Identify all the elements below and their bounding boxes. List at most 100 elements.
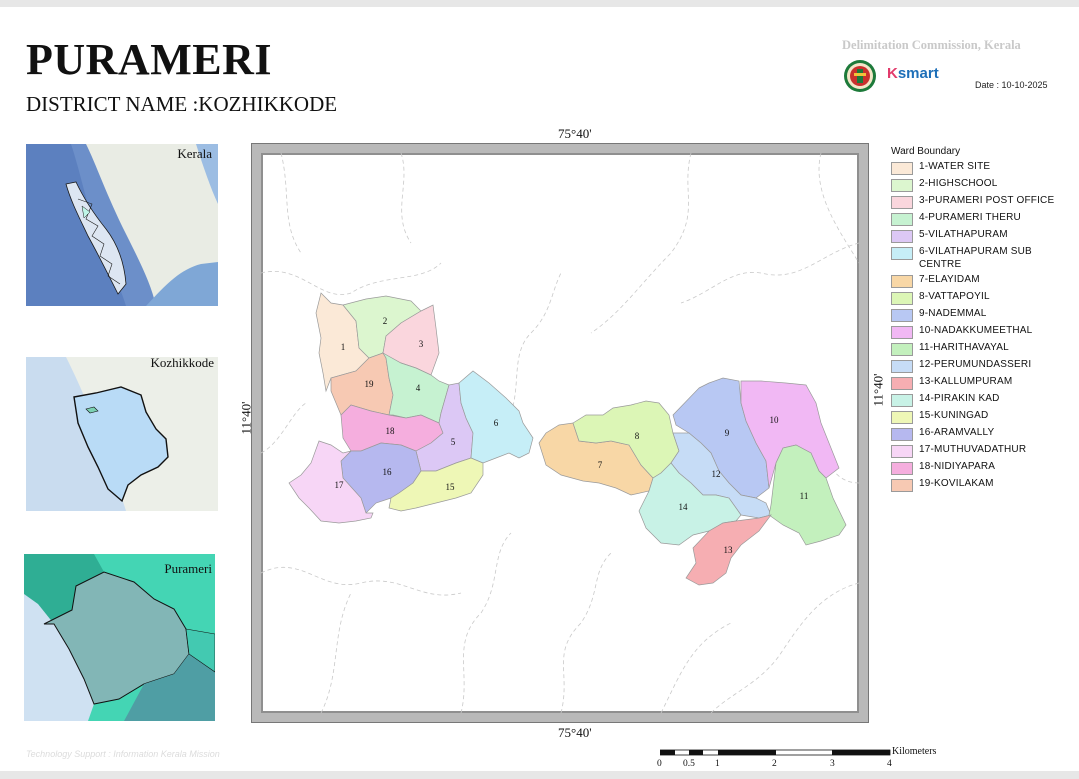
legend-swatch-ward-14	[891, 394, 913, 407]
legend-label-ward-8: 8-VATTAPOYIL	[919, 291, 990, 302]
legend-swatch-ward-16	[891, 428, 913, 441]
legend-item-ward-7[interactable]: 7-ELAYIDAM	[891, 274, 1071, 288]
legend-item-ward-17[interactable]: 17-MUTHUVADATHUR	[891, 444, 1071, 458]
kerala-inset-graphic: Kerala	[26, 144, 218, 306]
legend-swatch-ward-2	[891, 179, 913, 192]
scale-tick-4: 4	[887, 759, 892, 769]
ksmart-logo-k: K	[887, 65, 898, 82]
legend-label-ward-6: 6-VILATHAPURAM SUB CENTRE	[919, 246, 1032, 270]
purameri-inset-label: Purameri	[164, 561, 212, 576]
main-map-frame: 1 2 3 4 5 6 7 8 9 10 11 12 13 14 15 16 1…	[252, 144, 868, 722]
scale-tick-3: 3	[830, 759, 835, 769]
legend-item-ward-13[interactable]: 13-KALLUMPURAM	[891, 376, 1071, 390]
ward-5-label: 5	[451, 437, 456, 447]
ward-17-label: 17	[335, 480, 345, 490]
ward-14-label: 14	[679, 502, 689, 512]
legend-label-ward-12: 12-PERUMUNDASSERI	[919, 359, 1032, 370]
legend-label-ward-18: 18-NIDIYAPARA	[919, 461, 996, 472]
legend-swatch-ward-6	[891, 247, 913, 260]
scale-tick-0: 0	[657, 759, 662, 769]
kozhikode-inset-map: Kozhikkode	[26, 357, 218, 511]
legend-swatch-ward-19	[891, 479, 913, 492]
kozhikode-inset-label: Kozhikkode	[150, 357, 214, 370]
legend-item-ward-19[interactable]: 19-KOVILAKAM	[891, 478, 1071, 492]
ksmart-logo: Ksmart	[887, 65, 939, 82]
legend-item-ward-4[interactable]: 4-PURAMERI THERU	[891, 212, 1071, 226]
scale-unit: Kilometers	[892, 746, 937, 757]
scale-tick-2: 2	[772, 759, 777, 769]
legend-swatch-ward-17	[891, 445, 913, 458]
ward-polygons	[288, 292, 847, 586]
page-title: PURAMERI	[26, 35, 272, 84]
purameri-inset-map: Purameri	[24, 554, 215, 721]
date-label: Date : 10-10-2025	[975, 80, 1048, 90]
legend-label-ward-15: 15-KUNINGAD	[919, 410, 989, 421]
ward-11-label: 11	[800, 491, 809, 501]
legend-swatch-ward-4	[891, 213, 913, 226]
legend-label-ward-14: 14-PIRAKIN KAD	[919, 393, 1000, 404]
kerala-inset-label: Kerala	[177, 146, 212, 161]
legend-items: 1-WATER SITE 2-HIGHSCHOOL 3-PURAMERI POST …	[891, 161, 1071, 492]
ksmart-logo-text: smart	[897, 65, 939, 82]
coordinate-top: 75°40'	[558, 126, 592, 141]
legend-swatch-ward-3	[891, 196, 913, 209]
legend-item-ward-1[interactable]: 1-WATER SITE	[891, 161, 1071, 175]
coordinate-bottom: 75°40'	[558, 725, 592, 740]
purameri-inset-graphic: Purameri	[24, 554, 215, 721]
ward-13-label: 13	[724, 545, 734, 555]
legend-title: Ward Boundary	[891, 146, 961, 157]
ward-1-label: 1	[341, 342, 346, 352]
legend-item-ward-11[interactable]: 11-HARITHAVAYAL	[891, 342, 1071, 356]
legend-swatch-ward-15	[891, 411, 913, 424]
legend-swatch-ward-7	[891, 275, 913, 288]
legend-item-ward-14[interactable]: 14-PIRAKIN KAD	[891, 393, 1071, 407]
legend-label-ward-13: 13-KALLUMPURAM	[919, 376, 1013, 387]
ward-19-label: 19	[365, 379, 375, 389]
kozhikode-inset-graphic: Kozhikkode	[26, 357, 218, 511]
ward-6-label: 6	[494, 418, 499, 428]
legend-swatch-ward-8	[891, 292, 913, 305]
legend-label-ward-5: 5-VILATHAPURAM	[919, 229, 1008, 240]
legend-label-ward-17: 17-MUTHUVADATHUR	[919, 444, 1027, 455]
ward-9-label: 9	[725, 428, 730, 438]
legend-swatch-ward-18	[891, 462, 913, 475]
legend-swatch-ward-12	[891, 360, 913, 373]
legend-item-ward-3[interactable]: 3-PURAMERI POST OFFICE	[891, 195, 1071, 209]
legend-swatch-ward-5	[891, 230, 913, 243]
ward-7-label: 7	[598, 460, 603, 470]
ward-8-label: 8	[635, 431, 640, 441]
kerala-inset-map: Kerala	[26, 144, 218, 306]
legend-item-ward-12[interactable]: 12-PERUMUNDASSERI	[891, 359, 1071, 373]
ward-map[interactable]: 1 2 3 4 5 6 7 8 9 10 11 12 13 14 15 16 1…	[261, 153, 859, 713]
legend-item-ward-10[interactable]: 10-NADAKKUMEETHAL	[891, 325, 1071, 339]
legend-label-ward-4: 4-PURAMERI THERU	[919, 212, 1021, 223]
technology-support-note: Technology Support : Information Kerala …	[26, 749, 220, 759]
legend-label-ward-19: 19-KOVILAKAM	[919, 478, 994, 489]
ward-12-label: 12	[712, 469, 721, 479]
ward-2-label: 2	[383, 316, 388, 326]
legend-item-ward-9[interactable]: 9-NADEMMAL	[891, 308, 1071, 322]
scale-tick-1: 1	[715, 759, 720, 769]
legend: Ward Boundary 1-WATER SITE 2-HIGHSCHOOL 3-…	[891, 146, 1071, 495]
legend-label-ward-10: 10-NADAKKUMEETHAL	[919, 325, 1033, 336]
legend-item-ward-2[interactable]: 2-HIGHSCHOOL	[891, 178, 1071, 192]
legend-item-ward-5[interactable]: 5-VILATHAPURAM	[891, 229, 1071, 243]
top-band	[0, 0, 1079, 7]
legend-label-ward-2: 2-HIGHSCHOOL	[919, 178, 998, 189]
legend-swatch-ward-13	[891, 377, 913, 390]
legend-label-ward-1: 1-WATER SITE	[919, 161, 991, 172]
legend-item-ward-16[interactable]: 16-ARAMVALLY	[891, 427, 1071, 441]
legend-item-ward-15[interactable]: 15-KUNINGAD	[891, 410, 1071, 424]
legend-swatch-ward-9	[891, 309, 913, 322]
commission-label: Delimitation Commission, Kerala	[842, 38, 1021, 52]
district-name: DISTRICT NAME :KOZHIKKODE	[26, 92, 338, 116]
legend-item-ward-18[interactable]: 18-NIDIYAPARA	[891, 461, 1071, 475]
legend-label-ward-16: 16-ARAMVALLY	[919, 427, 995, 438]
legend-item-ward-8[interactable]: 8-VATTAPOYIL	[891, 291, 1071, 305]
legend-swatch-ward-10	[891, 326, 913, 339]
legend-label-ward-11: 11-HARITHAVAYAL	[919, 342, 1009, 353]
legend-label-ward-7: 7-ELAYIDAM	[919, 274, 980, 285]
ward-18-label: 18	[386, 426, 396, 436]
ward-16-label: 16	[383, 467, 393, 477]
legend-item-ward-6[interactable]: 6-VILATHAPURAM SUB CENTRE	[891, 246, 1071, 271]
